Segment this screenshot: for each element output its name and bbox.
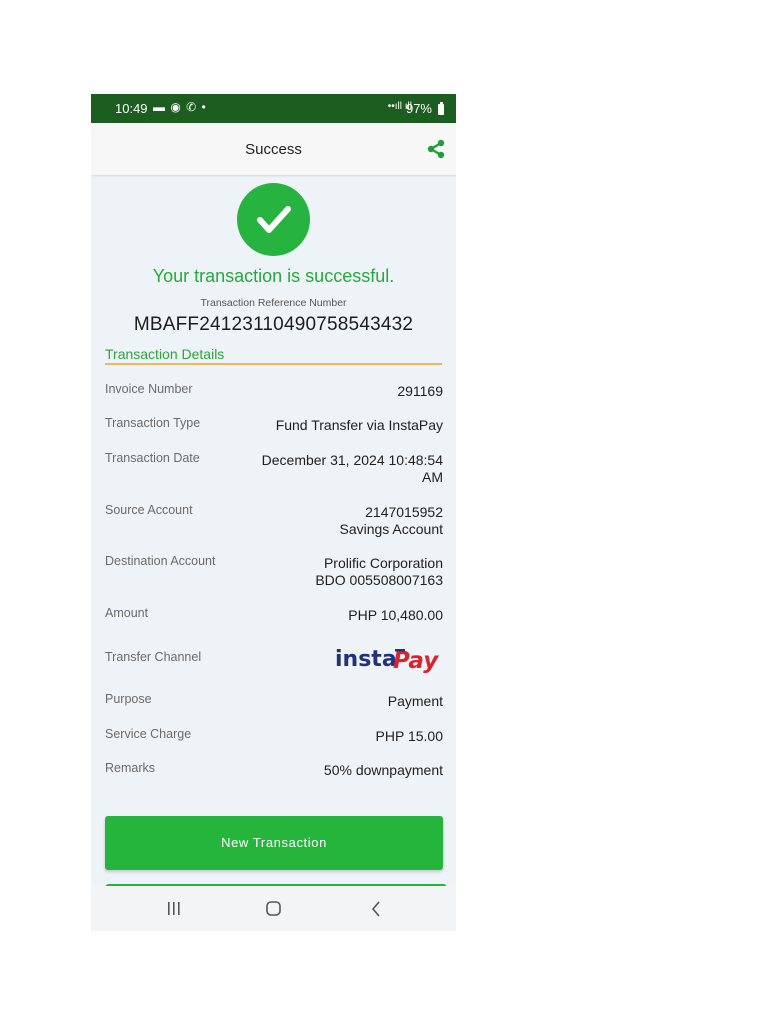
detail-value-line2: Savings Account — [339, 521, 443, 537]
detail-value-line2: AM — [422, 469, 443, 485]
home-icon[interactable] — [263, 899, 285, 919]
detail-value: 2147015952 Savings Account — [233, 504, 443, 538]
detail-label: Source Account — [105, 503, 193, 517]
detail-label: Transaction Type — [105, 416, 201, 430]
logo-text-pay: Pay — [393, 648, 439, 674]
detail-label: Service Charge — [105, 727, 192, 741]
success-check-icon — [237, 183, 310, 256]
logo-text-insta: insta — [335, 647, 397, 672]
detail-label: Amount — [105, 606, 149, 620]
detail-value-line2: BDO 005508007163 — [315, 572, 443, 588]
reference-label: Transaction Reference Number — [200, 297, 347, 309]
detail-value: Payment — [387, 693, 443, 709]
new-transaction-button[interactable]: New Transaction — [105, 816, 443, 870]
detail-label: Transaction Date — [105, 451, 200, 465]
detail-value: Prolific Corporation BDO 005508007163 — [233, 555, 443, 589]
page-title: Success — [245, 141, 302, 158]
notification-icons: ▬ ◉ ✆ • — [153, 100, 207, 114]
recents-icon[interactable] — [163, 899, 185, 919]
app-bar: Success — [91, 123, 456, 175]
share-icon[interactable] — [426, 139, 446, 159]
battery-percent: 97% — [405, 101, 432, 116]
detail-value-line1: Prolific Corporation — [323, 555, 443, 571]
phone-screen: 10:49 ▬ ◉ ✆ • ••ıll ıll 97% Success Your… — [91, 94, 456, 931]
section-title: Transaction Details — [105, 346, 225, 362]
detail-label: Transfer Channel — [105, 650, 202, 664]
detail-value: PHP 10,480.00 — [348, 607, 443, 623]
system-nav-bar — [91, 886, 456, 931]
section-divider — [105, 363, 442, 365]
detail-value: Fund Transfer via InstaPay — [275, 417, 443, 433]
detail-label: Purpose — [105, 692, 152, 706]
detail-value-line1: 2147015952 — [365, 504, 443, 520]
instapay-logo: insta Pay — [333, 642, 443, 679]
detail-label: Destination Account — [105, 554, 216, 568]
detail-value: December 31, 2024 10:48:54 AM — [233, 452, 443, 486]
detail-value: 291169 — [397, 383, 443, 399]
detail-value: 50% downpayment — [323, 762, 443, 778]
detail-value-line1: December 31, 2024 10:48:54 — [261, 452, 443, 468]
success-message: Your transaction is successful. — [152, 266, 395, 286]
detail-label: Remarks — [105, 761, 156, 775]
reference-number: MBAFF24123110490758543432 — [133, 314, 414, 335]
detail-label: Invoice Number — [105, 382, 193, 396]
detail-value: PHP 15.00 — [375, 728, 443, 744]
back-icon[interactable] — [366, 899, 388, 919]
status-bar: 10:49 ▬ ◉ ✆ • ••ıll ıll 97% — [91, 94, 456, 123]
battery-icon — [438, 102, 444, 115]
status-time: 10:49 — [115, 101, 148, 116]
